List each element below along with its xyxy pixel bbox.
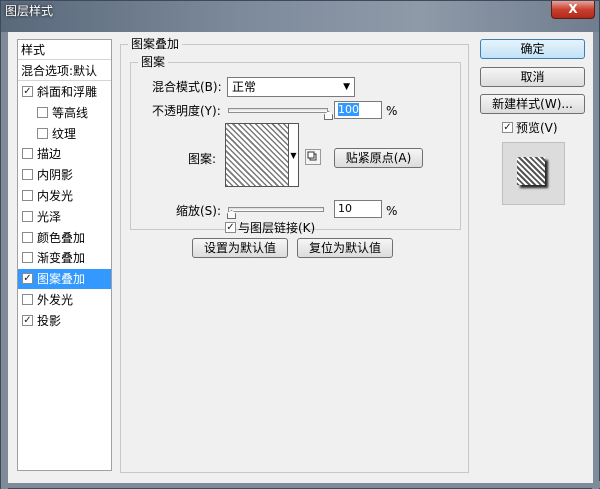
- style-item-checkbox[interactable]: [22, 294, 33, 305]
- style-item-label: 投影: [37, 313, 62, 328]
- style-item-label: 图案叠加: [37, 272, 86, 287]
- blend-mode-value: 正常: [232, 80, 257, 94]
- scale-label: 缩放(S):: [176, 204, 222, 218]
- style-item[interactable]: 颜色叠加: [18, 228, 111, 248]
- style-item-checkbox[interactable]: [22, 190, 33, 201]
- new-preset-icon[interactable]: [305, 149, 321, 165]
- opacity-slider-track[interactable]: [228, 108, 328, 113]
- dialog-client-area: 样式 混合选项:默认 ✓ 斜面和浮雕等高线纹理描边内阴影内发光光泽颜色叠加渐变叠加…: [8, 32, 593, 483]
- pattern-overlay-group: 图案叠加 图案 混合模式(B): 正常 ▼ 不透明度(Y): 100 % 图案:: [120, 37, 469, 473]
- opacity-percent: %: [386, 104, 398, 118]
- pattern-label: 图案:: [188, 152, 217, 166]
- reset-default-button[interactable]: 复位为默认值: [297, 238, 393, 258]
- pattern-dropdown[interactable]: ▼: [289, 123, 299, 187]
- style-item-checkbox[interactable]: [37, 106, 48, 118]
- styles-header[interactable]: 样式: [18, 40, 111, 60]
- blend-options-item[interactable]: 混合选项:默认: [18, 61, 111, 81]
- style-item[interactable]: ✓ 投影: [18, 311, 111, 331]
- styles-list: 样式 混合选项:默认 ✓ 斜面和浮雕等高线纹理描边内阴影内发光光泽颜色叠加渐变叠加…: [17, 39, 112, 471]
- style-item-label: 颜色叠加: [37, 230, 86, 245]
- opacity-label: 不透明度(Y):: [152, 104, 221, 118]
- opacity-input[interactable]: 100: [334, 101, 382, 119]
- cancel-button[interactable]: 取消: [480, 67, 585, 87]
- window-border-left: [1, 32, 8, 489]
- style-item-label: 外发光: [37, 293, 74, 307]
- scale-percent: %: [386, 204, 398, 218]
- pattern-subgroup-title: 图案: [138, 55, 169, 69]
- chevron-down-icon: ▼: [290, 151, 297, 160]
- window-border-right: [592, 32, 599, 489]
- style-item-label: 内阴影: [37, 168, 74, 183]
- style-item-label: 光泽: [37, 209, 62, 224]
- new-style-button[interactable]: 新建样式(W)...: [480, 94, 585, 114]
- preview-swatch: [517, 157, 545, 185]
- layer-style-dialog: 图层样式 X 样式 混合选项:默认 ✓ 斜面和浮雕等高线纹理描边内阴影内发光光泽颜…: [0, 0, 600, 489]
- style-item[interactable]: 描边: [18, 144, 111, 164]
- blend-mode-select[interactable]: 正常 ▼: [227, 77, 355, 97]
- opacity-value: 100: [338, 103, 359, 116]
- scale-slider-track[interactable]: [228, 207, 324, 212]
- preview-checkbox[interactable]: ✓: [502, 122, 513, 133]
- style-item[interactable]: 外发光: [18, 290, 111, 310]
- style-item[interactable]: ✓ 斜面和浮雕: [18, 82, 111, 102]
- new-preset-glyph: [307, 151, 317, 161]
- pattern-subgroup: 图案 混合模式(B): 正常 ▼ 不透明度(Y): 100 % 图案: ▼ 贴紧…: [130, 55, 461, 235]
- style-item[interactable]: 渐变叠加: [18, 248, 111, 268]
- style-item-checkbox[interactable]: ✓: [22, 314, 33, 326]
- style-item-label: 等高线: [52, 105, 89, 120]
- style-item[interactable]: 内阴影: [18, 165, 111, 185]
- style-item[interactable]: 光泽: [18, 207, 111, 227]
- style-item-label: 纹理: [52, 126, 77, 141]
- pattern-swatch[interactable]: [225, 123, 289, 187]
- pattern-overlay-title: 图案叠加: [128, 37, 183, 51]
- style-item-checkbox[interactable]: [22, 210, 33, 222]
- make-default-button[interactable]: 设置为默认值: [192, 238, 288, 258]
- style-item-checkbox[interactable]: [22, 169, 33, 181]
- snap-origin-button[interactable]: 贴紧原点(A): [334, 148, 423, 168]
- style-item-checkbox[interactable]: [22, 148, 33, 160]
- style-preview-thumbnail: [502, 142, 565, 205]
- style-item-checkbox[interactable]: [22, 231, 33, 243]
- style-item[interactable]: 纹理: [18, 124, 111, 144]
- scale-value: 10: [338, 202, 352, 215]
- style-item[interactable]: 等高线: [18, 103, 111, 123]
- scale-input[interactable]: 10: [334, 200, 382, 218]
- window-title: 图层样式: [5, 4, 54, 18]
- preview-label: 预览(V): [516, 121, 558, 135]
- style-item-checkbox[interactable]: [37, 127, 48, 139]
- style-item-checkbox[interactable]: [22, 252, 33, 264]
- style-item[interactable]: 内发光: [18, 186, 111, 206]
- style-item-label: 内发光: [37, 189, 74, 203]
- style-item-checkbox[interactable]: ✓: [22, 86, 33, 97]
- chevron-down-icon: ▼: [343, 82, 350, 92]
- ok-button[interactable]: 确定: [480, 39, 585, 59]
- link-layer-label: 与图层链接(K): [238, 221, 316, 235]
- style-item-label: 渐变叠加: [37, 251, 86, 266]
- blend-mode-label: 混合模式(B):: [152, 80, 222, 94]
- title-bar[interactable]: 图层样式 X: [1, 1, 599, 32]
- link-layer-checkbox[interactable]: ✓: [225, 222, 236, 233]
- style-item-checkbox[interactable]: ✓: [22, 273, 33, 285]
- style-item-label: 描边: [37, 147, 62, 162]
- style-item[interactable]: ✓ 图案叠加: [18, 269, 111, 290]
- close-button[interactable]: X: [551, 1, 595, 19]
- style-item-label: 斜面和浮雕: [37, 85, 98, 99]
